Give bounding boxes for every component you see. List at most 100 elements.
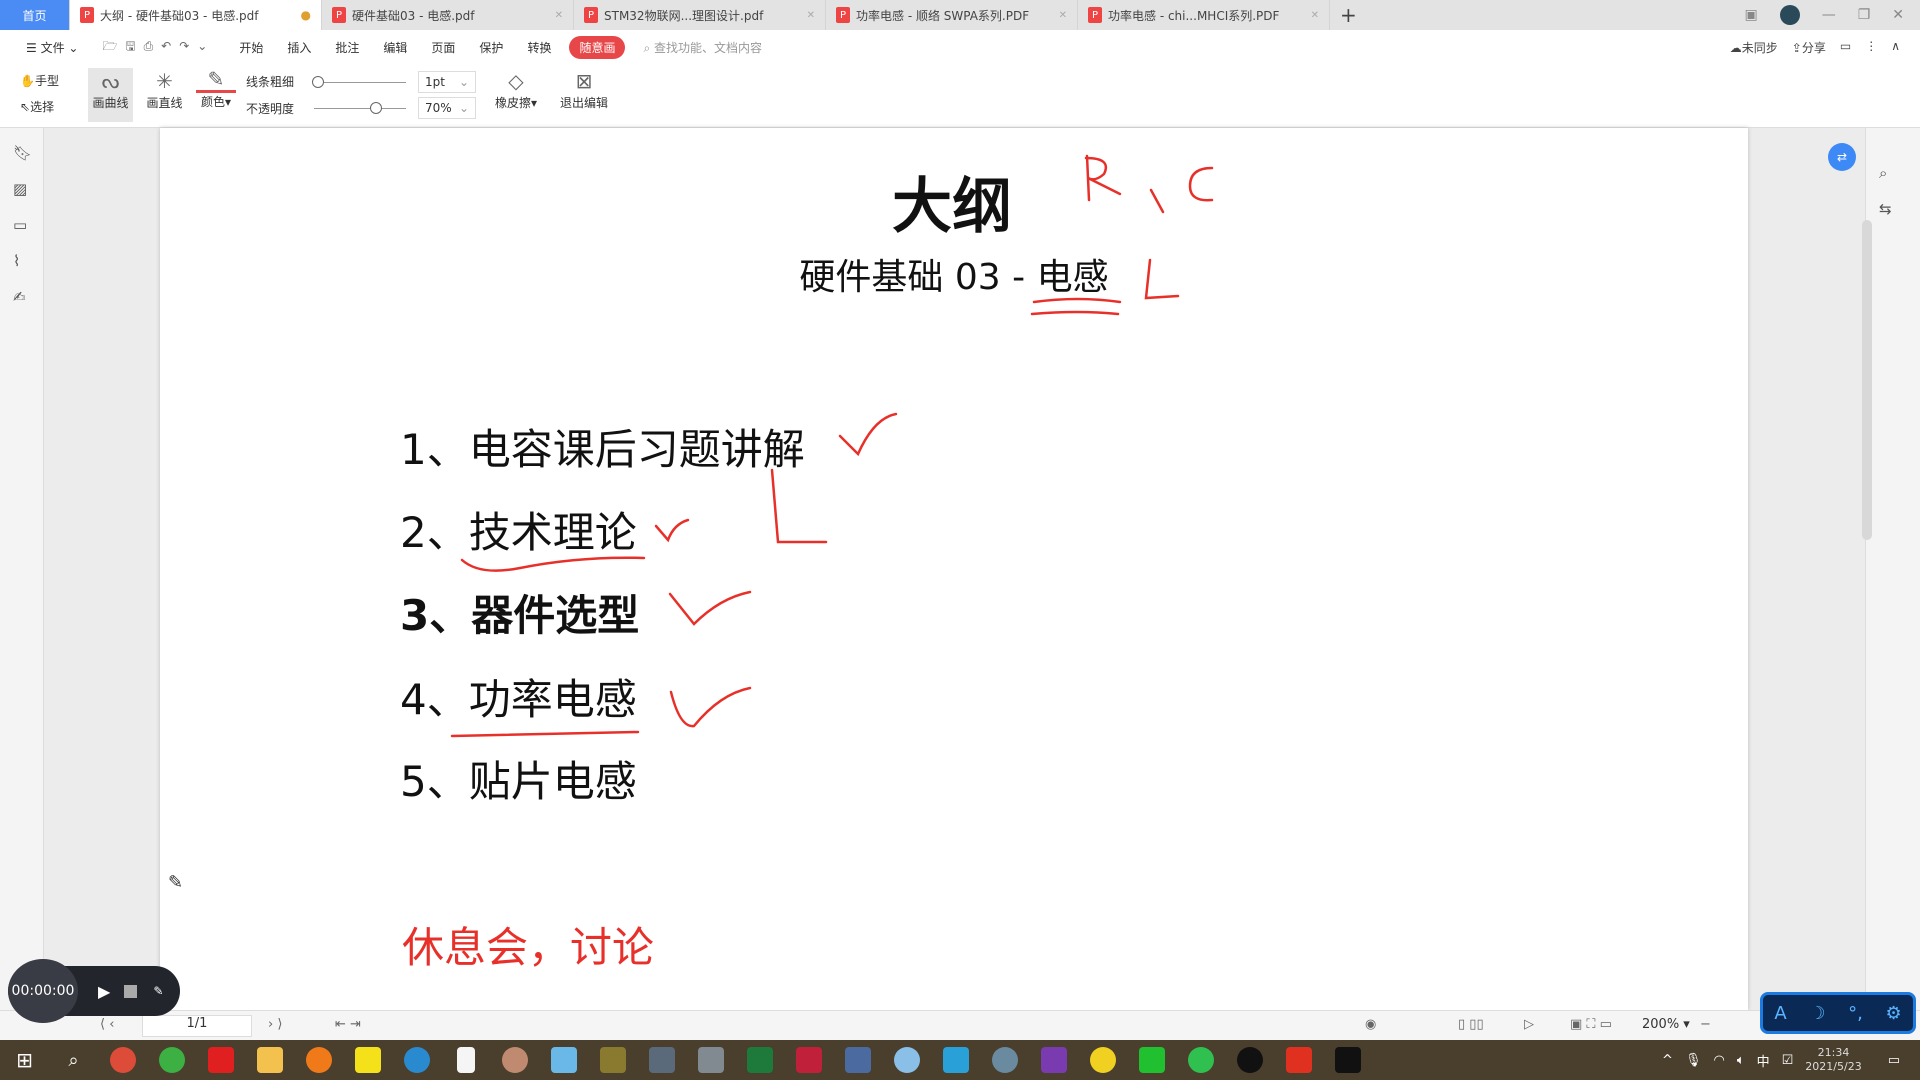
translate-float-icon[interactable]: ⇄ <box>1828 143 1856 171</box>
menu-item[interactable]: 批注 <box>323 39 371 56</box>
qq-icon[interactable] <box>1225 1040 1274 1080</box>
menu-item[interactable]: 开始 <box>227 39 275 56</box>
thumbnail-icon[interactable]: ▨ <box>13 180 27 198</box>
translate-icon[interactable]: ⇆ <box>1879 200 1892 218</box>
visual-studio-icon[interactable] <box>1029 1040 1078 1080</box>
app-icon[interactable] <box>539 1040 588 1080</box>
signature-icon[interactable]: ✍ <box>13 288 26 306</box>
app-icon[interactable] <box>833 1040 882 1080</box>
stop-icon[interactable] <box>124 984 138 998</box>
zoom-select[interactable]: 200% ▾ <box>1642 1017 1690 1032</box>
avatar[interactable] <box>1779 5 1800 25</box>
music-icon[interactable] <box>1078 1040 1127 1080</box>
close-icon[interactable]: ✕ <box>1311 10 1319 21</box>
app-icon[interactable] <box>931 1040 980 1080</box>
document-icon[interactable] <box>441 1040 490 1080</box>
microphone-icon[interactable]: 🎙︎ <box>1685 1053 1702 1068</box>
new-tab-button[interactable]: + <box>1330 0 1370 30</box>
sync-button[interactable]: ☁未同步 <box>1730 39 1778 56</box>
close-icon[interactable]: ✕ <box>1059 10 1067 21</box>
vertical-scrollbar[interactable] <box>1862 220 1872 540</box>
floating-widget[interactable]: A ☽ °, ⚙ <box>1760 992 1916 1034</box>
file-explorer-icon[interactable] <box>245 1040 294 1080</box>
single-page-icon[interactable]: ▯ ▯▯ <box>1458 1017 1484 1032</box>
tab-document[interactable]: P STM32物联网...理图设计.pdf ✕ <box>574 0 826 30</box>
browser-icon[interactable] <box>147 1040 196 1080</box>
search-input[interactable]: ⌕ 查找功能、文档内容 <box>643 39 762 56</box>
attachment-icon[interactable]: ⌇ <box>13 252 20 270</box>
camera-icon[interactable] <box>1323 1040 1372 1080</box>
text-icon[interactable]: A <box>1774 1003 1786 1024</box>
fit-icons[interactable]: ▣ ⛶ ▭ <box>1570 1017 1612 1032</box>
pads-icon[interactable] <box>588 1040 637 1080</box>
zoom-out-icon[interactable]: − <box>1700 1017 1711 1032</box>
search-app-icon[interactable] <box>294 1040 343 1080</box>
share-button[interactable]: ⇪分享 <box>1792 39 1826 56</box>
tab-document[interactable]: P 大纲 - 硬件基础03 - 电感.pdf ● <box>70 0 322 30</box>
thickness-select[interactable]: 1pt ⌄ <box>418 71 476 93</box>
comment-icon[interactable]: ▭ <box>1840 39 1851 56</box>
curve-tool[interactable]: ᔓ 画曲线 <box>88 68 133 122</box>
wechat-icon[interactable] <box>1176 1040 1225 1080</box>
eye-icon[interactable]: ◉ <box>1365 1017 1376 1032</box>
start-button[interactable]: ⊞ <box>0 1040 49 1080</box>
app-icon[interactable] <box>392 1040 441 1080</box>
opacity-slider[interactable] <box>314 108 406 109</box>
gear-icon[interactable]: ⚙ <box>1886 1003 1902 1024</box>
more-icon[interactable]: ⋮ <box>1865 39 1877 56</box>
eraser-tool[interactable]: ◇ 橡皮擦▾ <box>490 68 542 111</box>
page-number-input[interactable]: 1/1 <box>142 1015 252 1037</box>
zoom-search-icon[interactable]: ⌕ <box>1879 164 1887 182</box>
app-icon[interactable] <box>735 1040 784 1080</box>
opacity-slider-handle[interactable] <box>370 102 382 114</box>
exit-edit-button[interactable]: ⊠ 退出编辑 <box>558 68 610 111</box>
hand-tool[interactable]: ✋手型 <box>20 72 59 89</box>
close-icon[interactable]: ✕ <box>807 10 815 21</box>
quick-access-icons[interactable]: 🗁🖫⎙↶↷⌄ <box>90 37 227 58</box>
clock[interactable]: 21:34 2021/5/23 <box>1805 1046 1861 1074</box>
app-icon[interactable] <box>980 1040 1029 1080</box>
select-tool[interactable]: ⇖选择 <box>20 98 54 115</box>
wps-icon[interactable] <box>1274 1040 1323 1080</box>
minimize-icon[interactable]: — <box>1822 7 1836 23</box>
line-tool[interactable]: ✳ 画直线 <box>142 68 187 111</box>
play-icon[interactable]: ▶ <box>98 982 110 1001</box>
color-tool[interactable]: ✎ 颜色▾ <box>196 68 236 110</box>
close-window-icon[interactable]: ✕ <box>1892 7 1904 23</box>
tab-document[interactable]: P 硬件基础03 - 电感.pdf ✕ <box>322 0 574 30</box>
app-icon[interactable] <box>686 1040 735 1080</box>
back-icon[interactable]: ⇤ ⇥ <box>335 1017 361 1032</box>
tray-expand-icon[interactable]: ^ <box>1662 1053 1673 1068</box>
menu-item[interactable]: 保护 <box>467 39 515 56</box>
restore-icon[interactable]: ❐ <box>1858 7 1871 23</box>
tab-document[interactable]: P 功率电感 - 顺络 SWPA系列.PDF ✕ <box>826 0 1078 30</box>
notes-icon[interactable] <box>343 1040 392 1080</box>
iqiyi-icon[interactable] <box>1127 1040 1176 1080</box>
wifi-icon[interactable]: ◠ <box>1713 1053 1724 1068</box>
volume-icon[interactable]: 🔈︎ <box>1737 1053 1745 1068</box>
menu-item-freehand[interactable]: 随意画 <box>569 35 626 59</box>
moon-icon[interactable]: ☽ <box>1809 1003 1825 1024</box>
tray-app-icon[interactable]: ☑ <box>1782 1053 1794 1068</box>
collapse-icon[interactable]: ∧ <box>1891 39 1900 56</box>
play-icon[interactable]: ▷ <box>1524 1017 1534 1032</box>
prev-page-icon[interactable]: ⟨ ‹ <box>100 1017 114 1032</box>
menu-item[interactable]: 转换 <box>515 39 563 56</box>
thickness-slider[interactable] <box>314 82 406 83</box>
youdao-icon[interactable] <box>196 1040 245 1080</box>
opacity-select[interactable]: 70% ⌄ <box>418 97 476 119</box>
menu-item[interactable]: 插入 <box>275 39 323 56</box>
menu-file[interactable]: ☰ 文件 ⌄ <box>14 39 90 56</box>
comment-icon[interactable]: ▭ <box>13 216 27 234</box>
punctuation-icon[interactable]: °, <box>1848 1003 1863 1024</box>
window-mode-icon[interactable]: ▣ <box>1744 7 1757 23</box>
ime-indicator[interactable]: 中 <box>1757 1051 1770 1070</box>
menu-item[interactable]: 页面 <box>419 39 467 56</box>
app-icon[interactable] <box>637 1040 686 1080</box>
thickness-slider-handle[interactable] <box>312 76 324 88</box>
chrome-icon[interactable] <box>98 1040 147 1080</box>
notification-icon[interactable]: ▭ <box>1888 1053 1900 1068</box>
app-icon[interactable] <box>490 1040 539 1080</box>
tab-home[interactable]: 首页 <box>0 0 70 30</box>
search-icon[interactable]: ⌕ <box>49 1040 98 1080</box>
